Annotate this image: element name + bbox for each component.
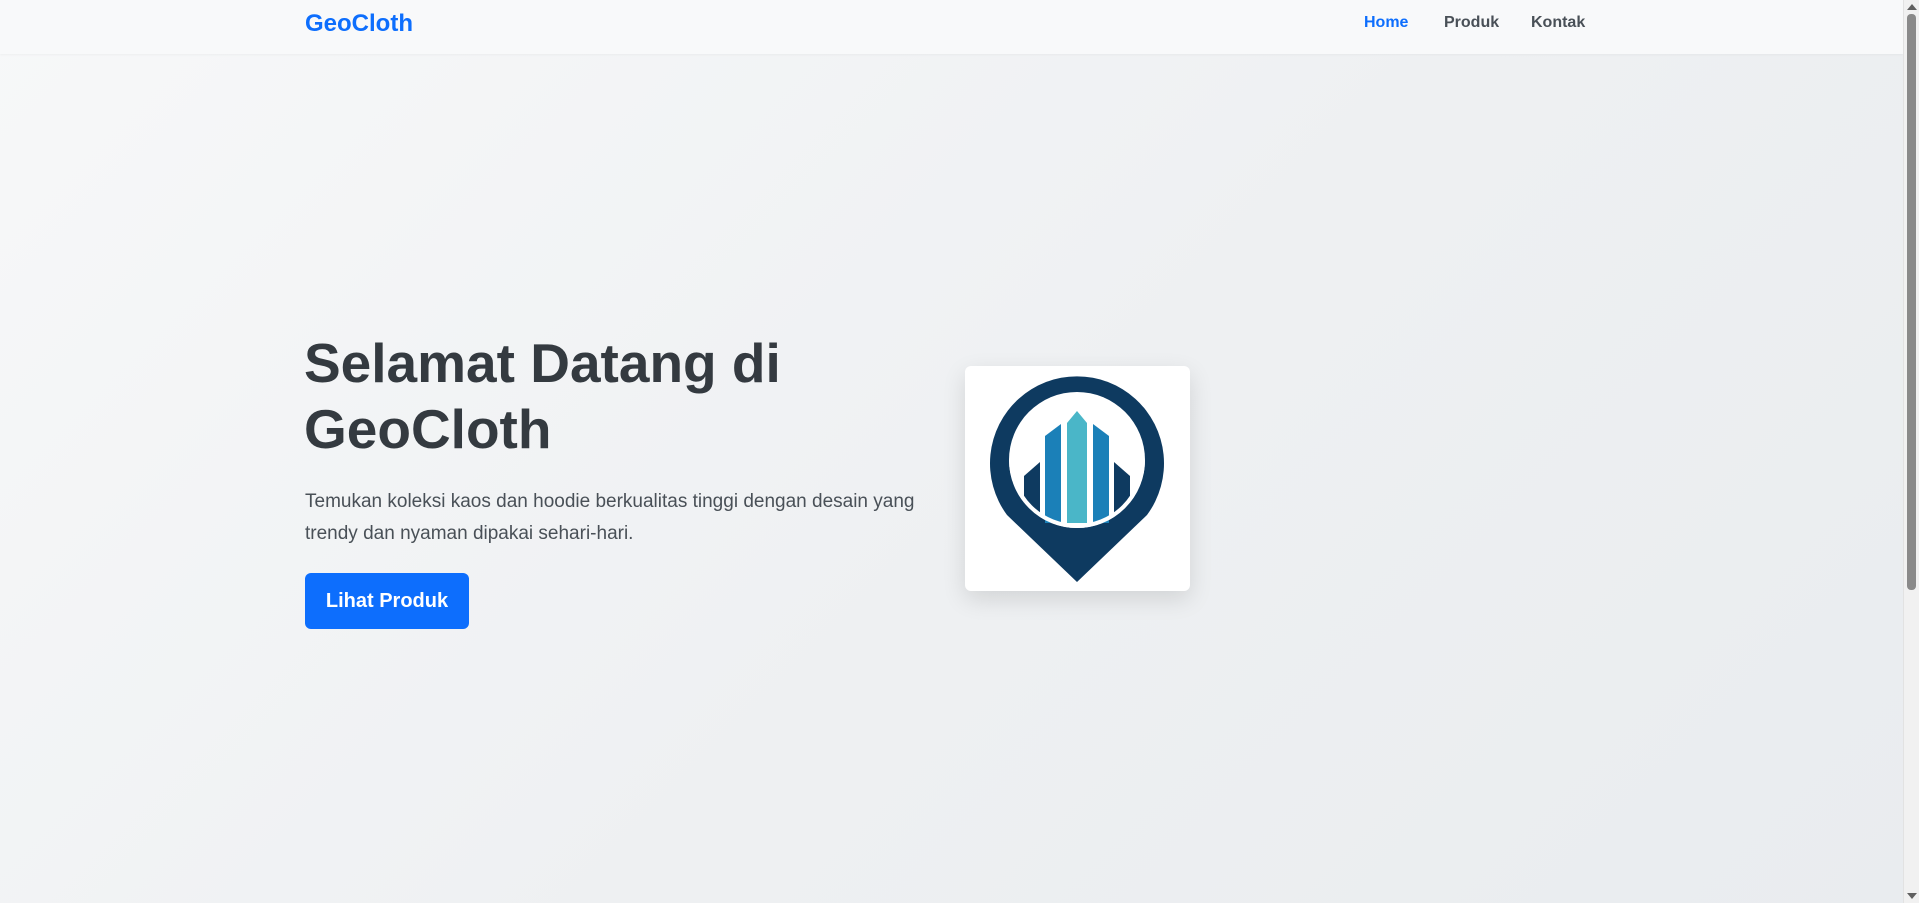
scroll-down-arrow-icon[interactable] xyxy=(1907,893,1917,899)
hero-title: Selamat Datang di GeoCloth xyxy=(304,332,781,460)
nav-link-home[interactable]: Home xyxy=(1364,14,1408,32)
logo-card xyxy=(965,366,1190,591)
scroll-up-arrow-icon[interactable] xyxy=(1907,4,1917,10)
view-products-button[interactable]: Lihat Produk xyxy=(305,573,469,629)
nav-links: Home Produk Kontak xyxy=(0,14,1903,36)
nav-link-kontak[interactable]: Kontak xyxy=(1531,14,1585,32)
hero-description: Temukan koleksi kaos dan hoodie berkuali… xyxy=(305,491,915,544)
nav-link-produk[interactable]: Produk xyxy=(1444,14,1499,32)
map-pin-building-logo-icon xyxy=(990,376,1164,582)
vertical-scrollbar[interactable] xyxy=(1903,0,1919,903)
navbar: GeoCloth Home Produk Kontak xyxy=(0,0,1903,54)
scrollbar-thumb[interactable] xyxy=(1907,14,1916,590)
